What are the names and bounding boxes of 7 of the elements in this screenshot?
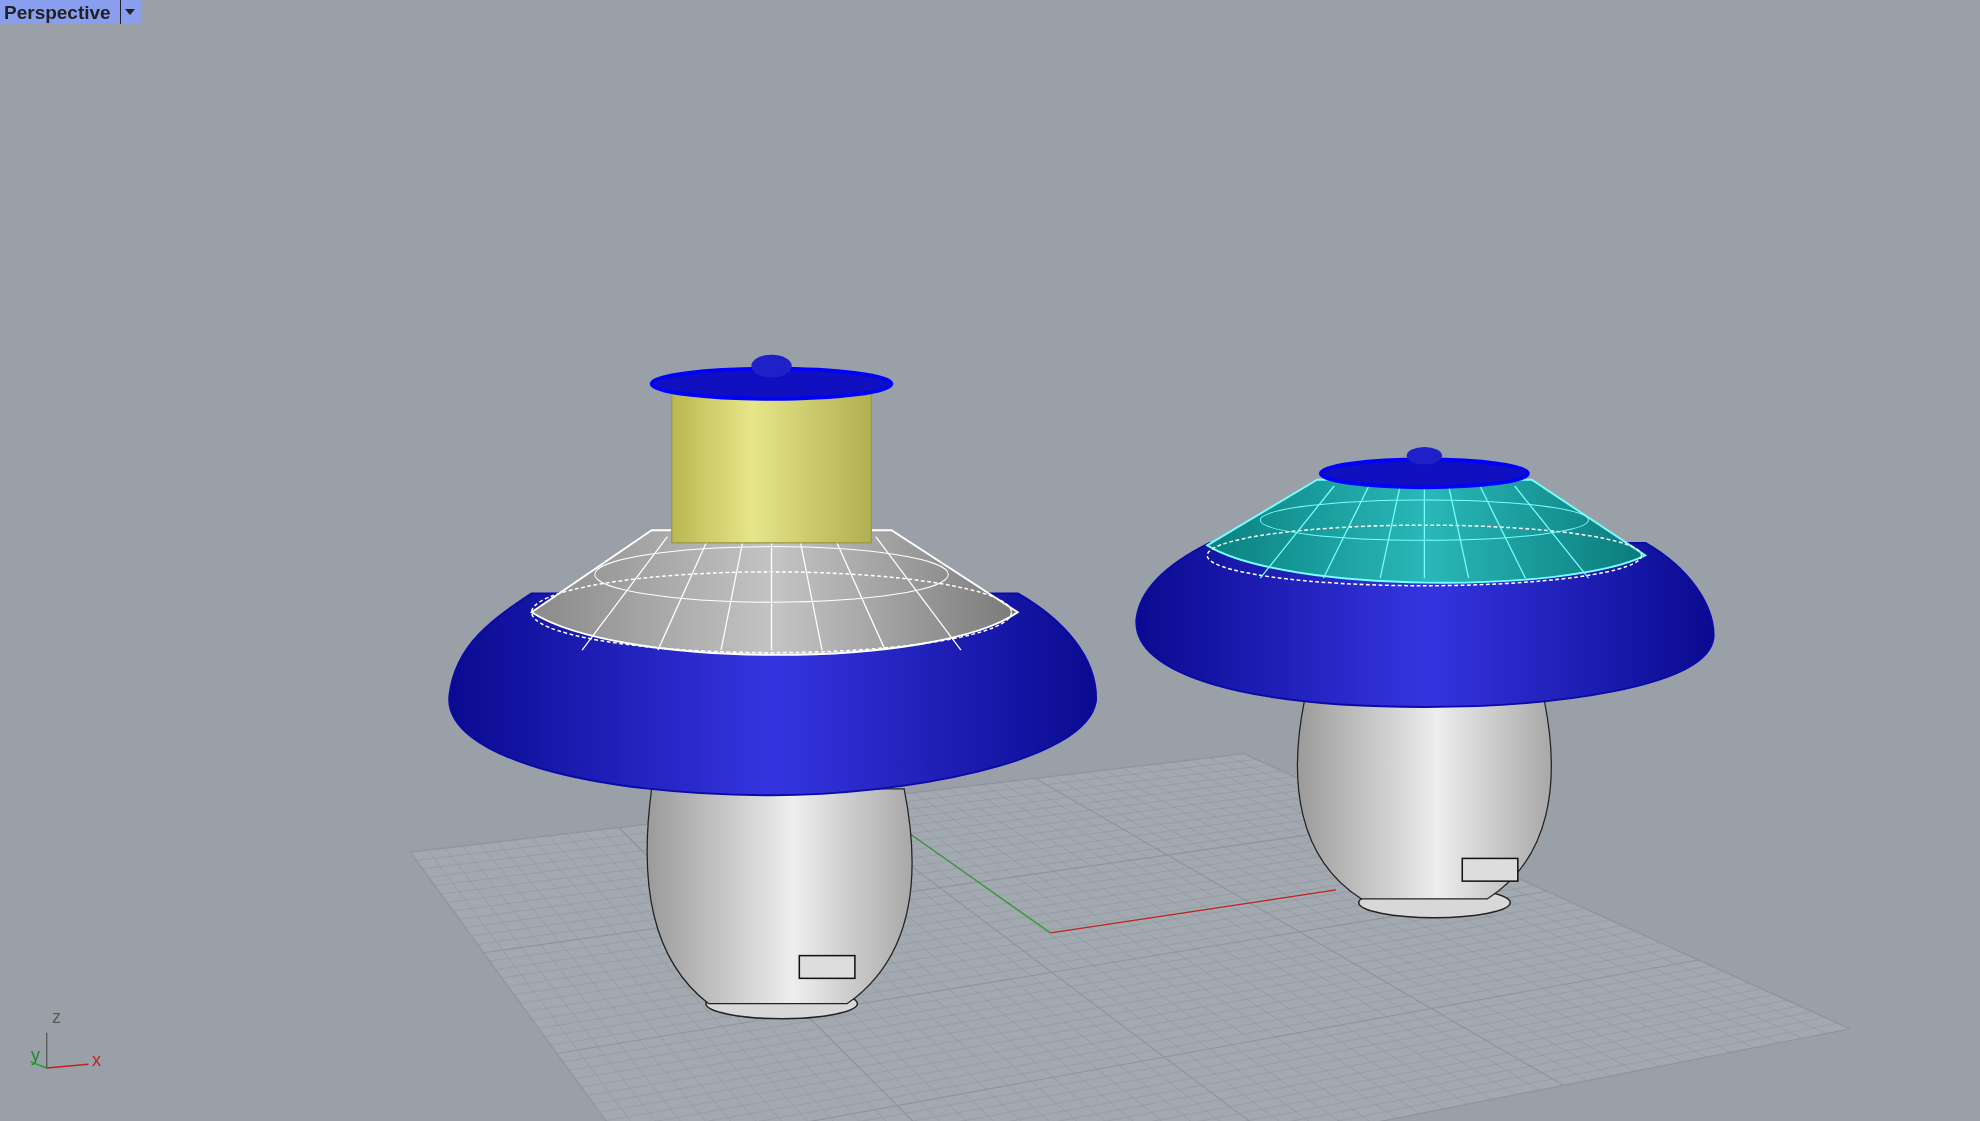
axis-gizmo-icon <box>29 1032 90 1069</box>
caret-icon[interactable] <box>124 8 136 16</box>
axis-label: y <box>31 1046 40 1064</box>
viewport-tab[interactable]: Perspective <box>0 0 141 24</box>
axis-label: x <box>92 1051 101 1069</box>
viewport-title: Perspective <box>3 2 112 22</box>
axis-label: z <box>52 1008 61 1026</box>
